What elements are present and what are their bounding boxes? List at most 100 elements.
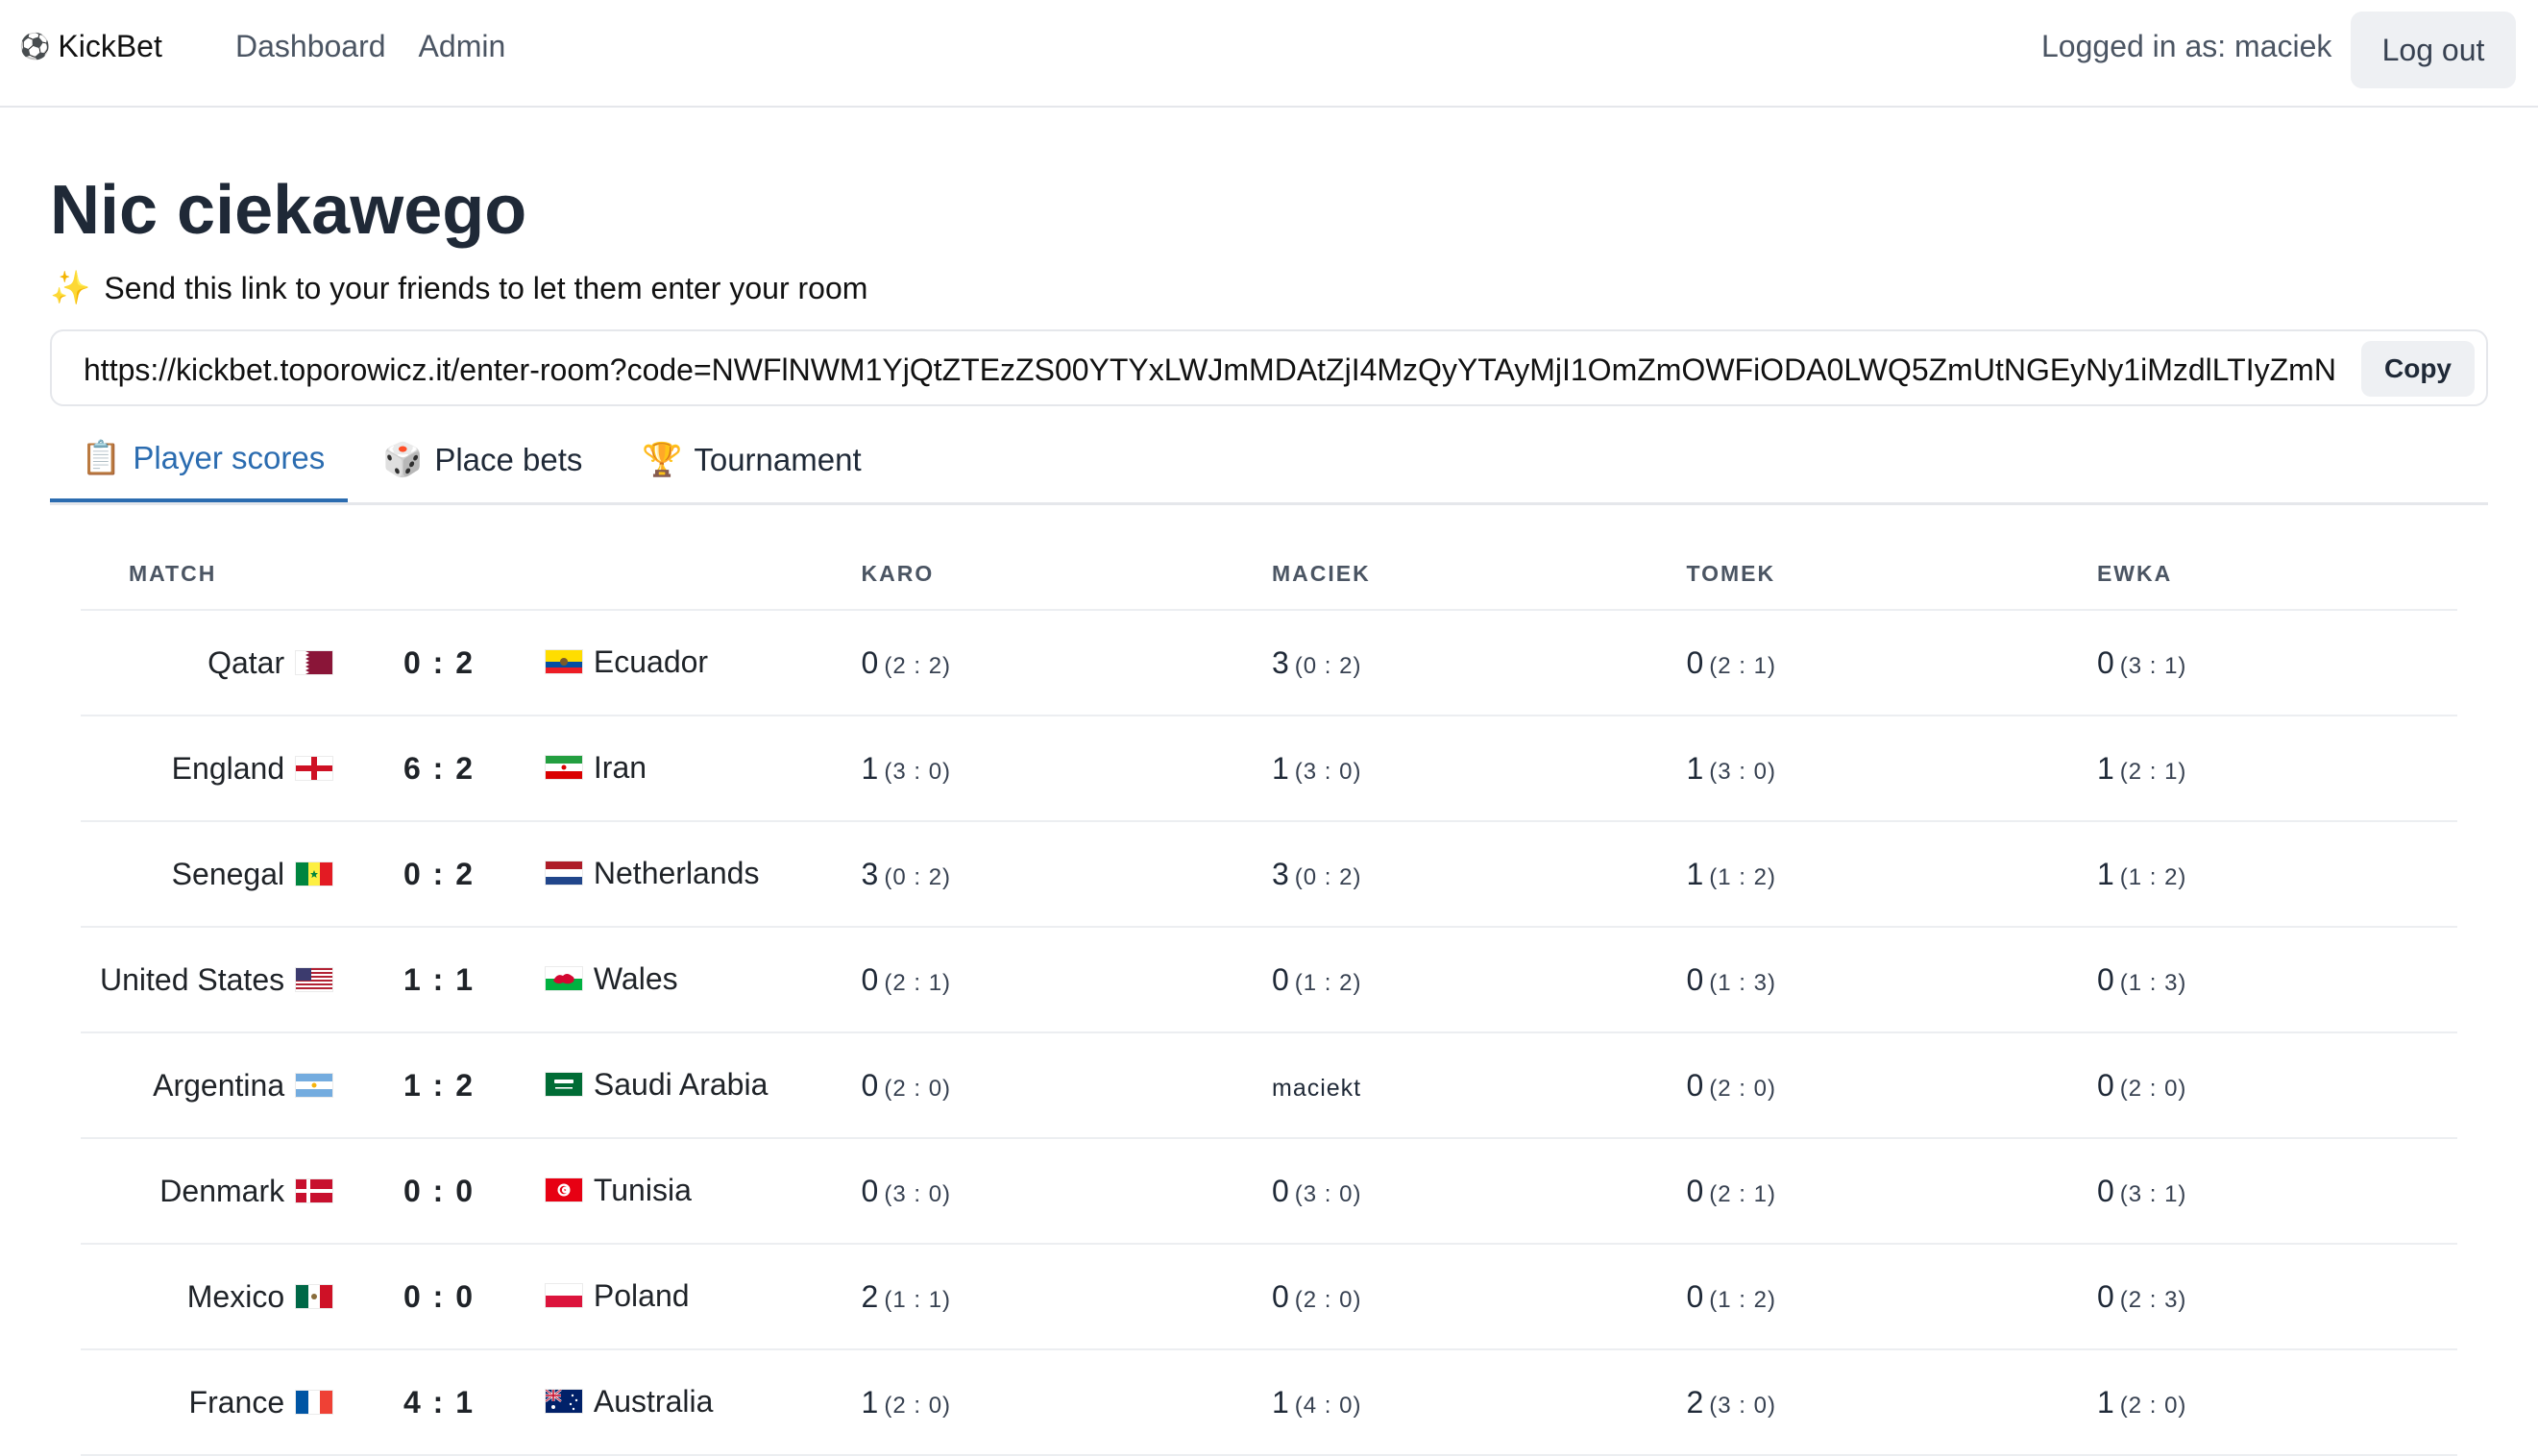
player-score-cell: 2 (1 : 1) [861,1244,1272,1350]
england-flag-icon [296,757,333,780]
nav-admin-link[interactable]: Admin [419,29,506,64]
bet-prediction: (1 : 2) [1709,1286,1776,1313]
poland-flag-icon [545,1284,582,1308]
points-earned: 3 [861,856,879,891]
away-team-cell: Poland [545,1244,862,1350]
invite-link-field[interactable]: https://kickbet.toporowicz.it/enter-room… [50,329,2488,406]
bet-prediction: (2 : 0) [2119,1075,2187,1102]
table-row: Qatar 0 : 2 Ecuador 0 (2 : 2) 3 (0 : 2) 0 (2 : 1… [81,610,2457,716]
tab-tournament[interactable]: 🏆 Tournament [642,427,862,502]
tab-player-scores[interactable]: 📋 Player scores [50,427,348,502]
home-team: Senegal [172,857,333,892]
player-score-cell: 1 (3 : 0) [861,716,1272,822]
away-team: Iran [545,749,647,786]
player-score-cell: 0 (1 : 3) [1686,927,2097,1033]
home-team-cell: Qatar [81,610,333,716]
home-team-name: Qatar [207,644,285,680]
match-score: 1 : 2 [332,1032,546,1139]
bet-prediction: (2 : 1) [884,969,952,996]
away-team-cell: Saudi Arabia [545,1032,862,1139]
dice-icon: 🎲 [382,442,424,478]
main-nav: Dashboard Admin [235,29,505,64]
bet-prediction: (4 : 0) [1294,1392,1362,1419]
clipboard-icon: 📋 [81,440,122,476]
bet-prediction: (2 : 0) [2119,1392,2187,1419]
points-earned: 0 [861,644,879,680]
away-team-name: Australia [593,1383,714,1419]
mexico-flag-icon [296,1285,333,1308]
brand[interactable]: ⚽ KickBet [19,29,162,64]
bet-prediction: (3 : 1) [2119,1180,2187,1207]
home-team-cell: England [81,716,333,822]
player-score-cell: 1 (3 : 0) [1272,716,1687,822]
player-score-cell: 0 (1 : 3) [2096,927,2457,1033]
points-earned: 0 [2096,1067,2114,1103]
points-earned: 0 [2096,1278,2114,1314]
player-score-cell: maciekt [1272,1032,1687,1139]
tab-place-bets[interactable]: 🎲 Place bets [382,427,582,502]
home-team-cell: France [81,1349,333,1456]
match-score: 0 : 2 [332,610,546,716]
player-score-cell: 1 (2 : 1) [2096,716,2457,822]
bet-prediction: (3 : 0) [1709,1392,1776,1419]
bet-prediction: (1 : 1) [884,1286,952,1313]
sparkles-icon: ✨ [50,270,91,306]
points-earned: 1 [861,1384,879,1420]
table-row: Mexico 0 : 0 Poland 2 (1 : 1) 0 (2 : 0) 0 (1 : 2… [81,1244,2457,1350]
saudi-arabia-flag-icon [545,1073,582,1097]
column-header-maciek: MACIEK [1272,538,1687,611]
bet-prediction: (3 : 0) [1709,758,1776,785]
trophy-icon: 🏆 [642,442,683,478]
player-score-cell: 1 (2 : 0) [2096,1349,2457,1456]
bet-prediction: (2 : 0) [1294,1286,1362,1313]
copy-button[interactable]: Copy [2361,341,2475,397]
australia-flag-icon [545,1390,582,1414]
bet-prediction: (2 : 1) [1709,1180,1776,1207]
invite-link-text[interactable]: https://kickbet.toporowicz.it/enter-room… [84,352,2399,391]
bet-prediction: (1 : 2) [1709,863,1776,890]
points-earned: 0 [861,961,879,997]
away-team: Saudi Arabia [545,1067,768,1103]
home-team-cell: Denmark [81,1138,333,1245]
away-team-cell: Netherlands [545,821,862,928]
points-earned: 0 [1686,1067,1704,1103]
bet-prediction: (1 : 2) [2119,863,2187,890]
player-score-cell: 0 (2 : 2) [861,610,1272,716]
tab-label: Place bets [434,442,583,477]
away-team-cell: Australia [545,1349,862,1456]
player-score-cell: 0 (3 : 1) [2096,610,2457,716]
wales-flag-icon [545,967,582,991]
bet-prediction: (2 : 0) [884,1392,952,1419]
table-header-row: MATCH KARO MACIEK TOMEK EWKA [81,538,2457,611]
bet-prediction: (3 : 0) [1294,1180,1362,1207]
player-score-cell: 0 (2 : 1) [1686,1138,2097,1245]
points-earned: 0 [2096,644,2114,680]
player-score-cell: 0 (3 : 0) [861,1138,1272,1245]
home-team: Argentina [153,1067,333,1104]
home-team: Mexico [187,1279,333,1315]
away-team-cell: Wales [545,927,862,1033]
france-flag-icon [296,1391,333,1414]
home-team: Qatar [207,644,333,681]
home-team-name: Argentina [153,1067,285,1103]
logout-button[interactable]: Log out [2351,12,2516,88]
bet-prediction: (3 : 0) [884,1180,952,1207]
away-team-cell: Tunisia [545,1138,862,1245]
away-team-name: Netherlands [593,855,760,890]
away-team-name: Iran [593,749,647,785]
away-team: Australia [545,1383,714,1420]
bet-prediction: (1 : 3) [1709,969,1776,996]
home-team: United States [100,962,333,998]
nav-dashboard-link[interactable]: Dashboard [235,29,386,64]
top-navbar: ⚽ KickBet Dashboard Admin Logged in as: … [0,0,2538,108]
player-score-cell: 1 (1 : 2) [1686,821,2097,928]
match-score: 0 : 0 [332,1138,546,1245]
home-team-cell: United States [81,927,333,1033]
column-header-tomek: TOMEK [1686,538,2097,611]
points-earned: 1 [1686,856,1704,891]
table-row: Senegal 0 : 2 Netherlands 3 (0 : 2) 3 (0 : 2) 1… [81,821,2457,928]
points-earned: 0 [1272,1278,1289,1314]
bet-prediction: (0 : 2) [1294,863,1362,890]
points-earned: 0 [2096,961,2114,997]
points-earned: 2 [861,1278,879,1314]
